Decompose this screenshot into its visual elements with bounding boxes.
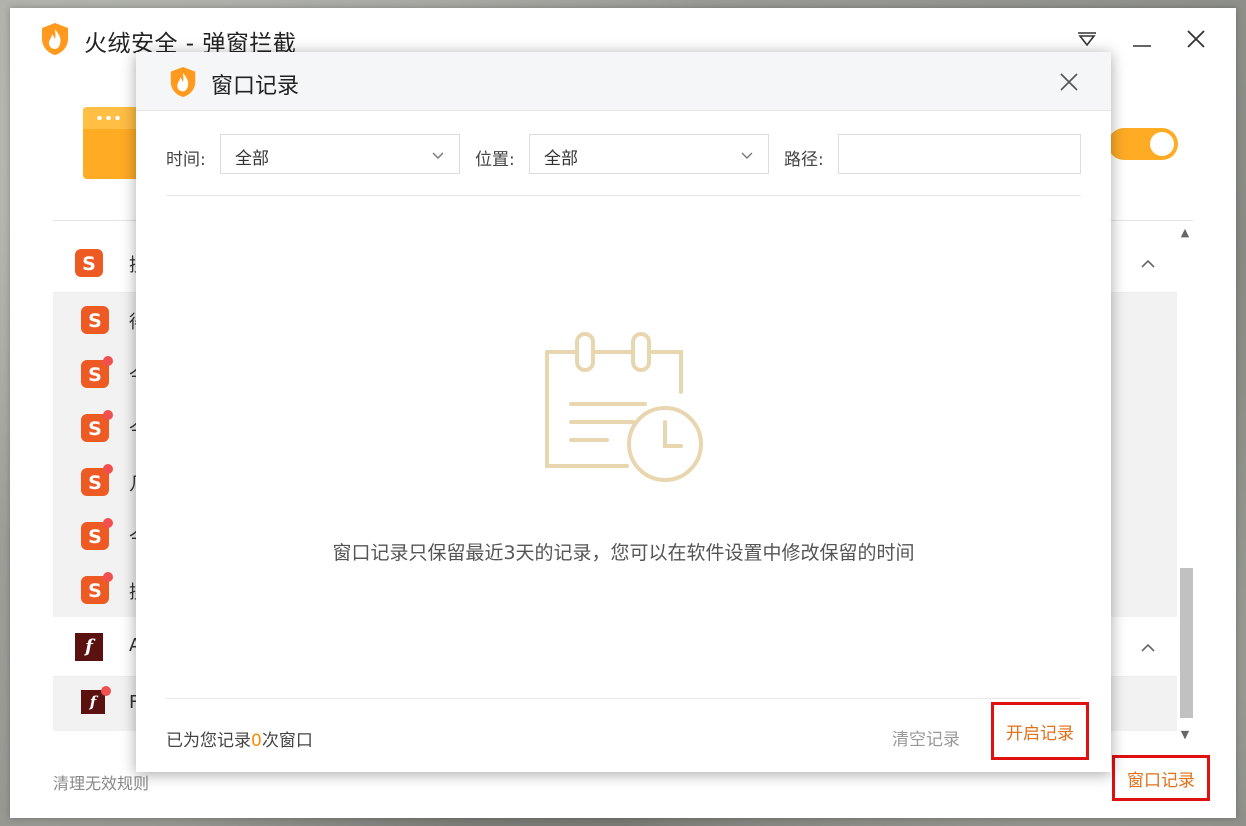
empty-state-message: 窗口记录只保留最近3天的记录，您可以在软件设置中修改保留的时间	[332, 542, 915, 564]
window-record-dialog: 窗口记录 时间: 全部 位置: 全部 路径: 窗口记录只保留最近3天的记录，您可…	[136, 52, 1111, 772]
start-recording-button[interactable]: 开启记录	[991, 702, 1089, 760]
divider	[166, 195, 1081, 196]
svg-text:S: S	[88, 310, 102, 332]
close-icon[interactable]	[1058, 71, 1080, 93]
close-icon[interactable]	[1181, 24, 1211, 54]
svg-text:S: S	[82, 253, 96, 275]
new-badge	[101, 686, 111, 696]
record-count: 0	[251, 731, 262, 751]
sogou-icon: S	[81, 306, 109, 334]
calendar-clock-icon	[545, 332, 703, 482]
location-filter-value: 全部	[544, 149, 578, 169]
menu-triangle-icon[interactable]	[1072, 24, 1102, 54]
count-prefix: 已为您记录	[166, 731, 251, 751]
new-badge	[103, 518, 113, 528]
svg-text:S: S	[88, 526, 102, 548]
svg-text:S: S	[88, 472, 102, 494]
chevron-down-icon	[432, 152, 444, 159]
scroll-down-arrow[interactable]: ▼	[1178, 728, 1192, 742]
path-filter-input[interactable]	[838, 134, 1081, 174]
huorong-shield-icon	[170, 66, 196, 98]
new-badge	[103, 464, 113, 474]
popup-block-toggle[interactable]	[1108, 128, 1178, 160]
dialog-header: 窗口记录	[136, 52, 1111, 111]
huorong-shield-icon	[42, 23, 68, 55]
window-record-link[interactable]: 窗口记录	[1112, 755, 1210, 801]
new-badge	[103, 410, 113, 420]
location-filter-select[interactable]: 全部	[529, 134, 769, 174]
chevron-up-icon[interactable]	[1139, 639, 1157, 657]
flash-icon: f	[75, 633, 103, 661]
cleanup-rules-link[interactable]: 清理无效规则	[53, 770, 149, 794]
svg-text:S: S	[88, 418, 102, 440]
time-filter-label: 时间:	[166, 150, 206, 170]
count-suffix: 次窗口	[261, 731, 313, 751]
path-filter-label: 路径:	[784, 150, 824, 170]
time-filter-value: 全部	[235, 149, 269, 169]
minimize-icon[interactable]	[1127, 24, 1157, 54]
new-badge	[103, 572, 113, 582]
new-badge	[103, 356, 113, 366]
dialog-title: 窗口记录	[211, 74, 300, 99]
svg-text:S: S	[88, 580, 102, 602]
time-filter-select[interactable]: 全部	[220, 134, 460, 174]
scrollbar-thumb[interactable]	[1180, 568, 1193, 718]
divider	[166, 698, 1081, 699]
chevron-down-icon	[741, 152, 753, 159]
location-filter-label: 位置:	[475, 150, 515, 170]
sogou-icon: S	[75, 249, 103, 277]
clear-records-button[interactable]: 清空记录	[892, 725, 960, 750]
scroll-up-arrow[interactable]: ▲	[1178, 226, 1192, 240]
record-count-text: 已为您记录0次窗口	[166, 726, 313, 751]
chevron-up-icon[interactable]	[1139, 255, 1157, 273]
svg-text:S: S	[88, 364, 102, 386]
